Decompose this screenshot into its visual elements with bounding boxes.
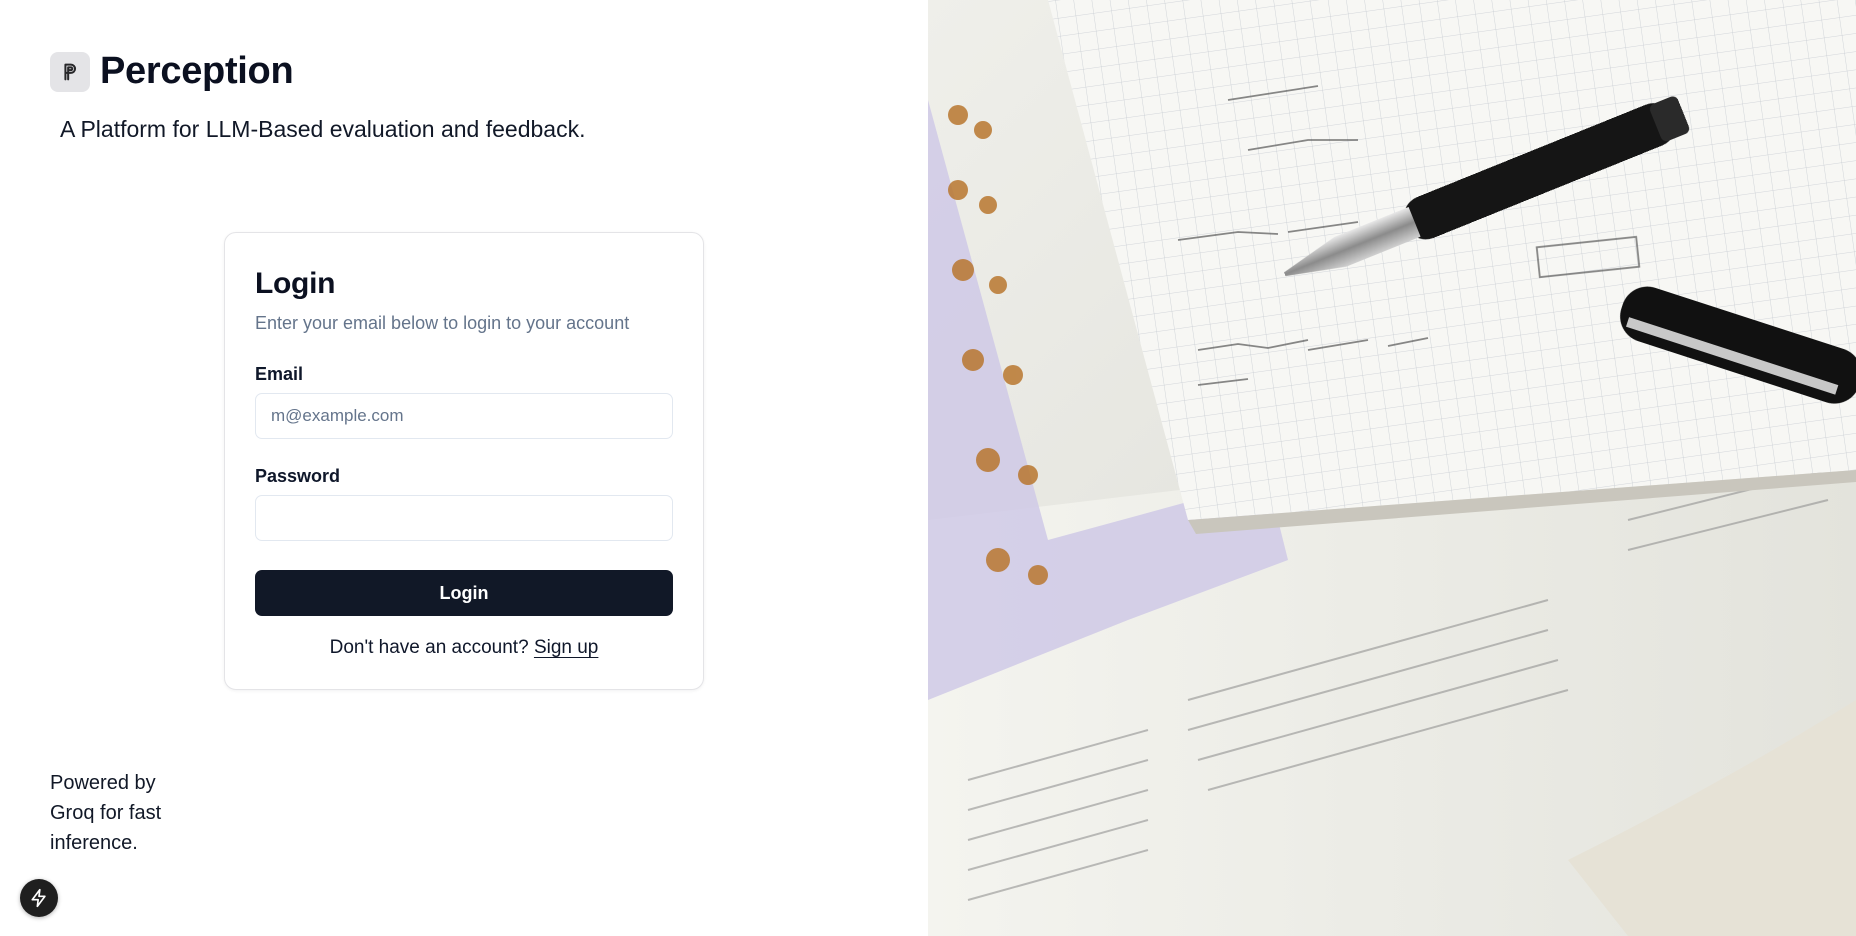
powered-by-text: Powered by Groq for fast inference. <box>50 772 162 854</box>
login-title: Login <box>255 267 336 300</box>
login-description: Enter your email below to login to your … <box>255 313 630 333</box>
signup-row: Don't have an account? Sign up <box>225 637 703 659</box>
brand-header: Perception <box>50 50 294 93</box>
hero-image <box>928 0 1856 936</box>
email-input[interactable] <box>255 393 673 439</box>
signup-link[interactable]: Sign up <box>534 637 598 658</box>
dev-tools-button[interactable] <box>20 879 58 917</box>
login-card: Login Enter your email below to login to… <box>224 232 704 690</box>
left-panel: Perception A Platform for LLM-Based eval… <box>0 0 928 936</box>
email-label: Email <box>255 364 304 384</box>
password-label: Password <box>255 466 341 486</box>
lightning-icon <box>31 888 46 908</box>
app-title: Perception <box>100 50 294 92</box>
app-tagline: A Platform for LLM-Based evaluation and … <box>60 116 586 142</box>
notebook-photo <box>928 0 1856 936</box>
p-letter-icon <box>50 51 90 92</box>
signup-prompt: Don't have an account? <box>329 637 529 658</box>
login-button[interactable]: Login <box>255 570 673 616</box>
password-input[interactable] <box>255 495 673 541</box>
